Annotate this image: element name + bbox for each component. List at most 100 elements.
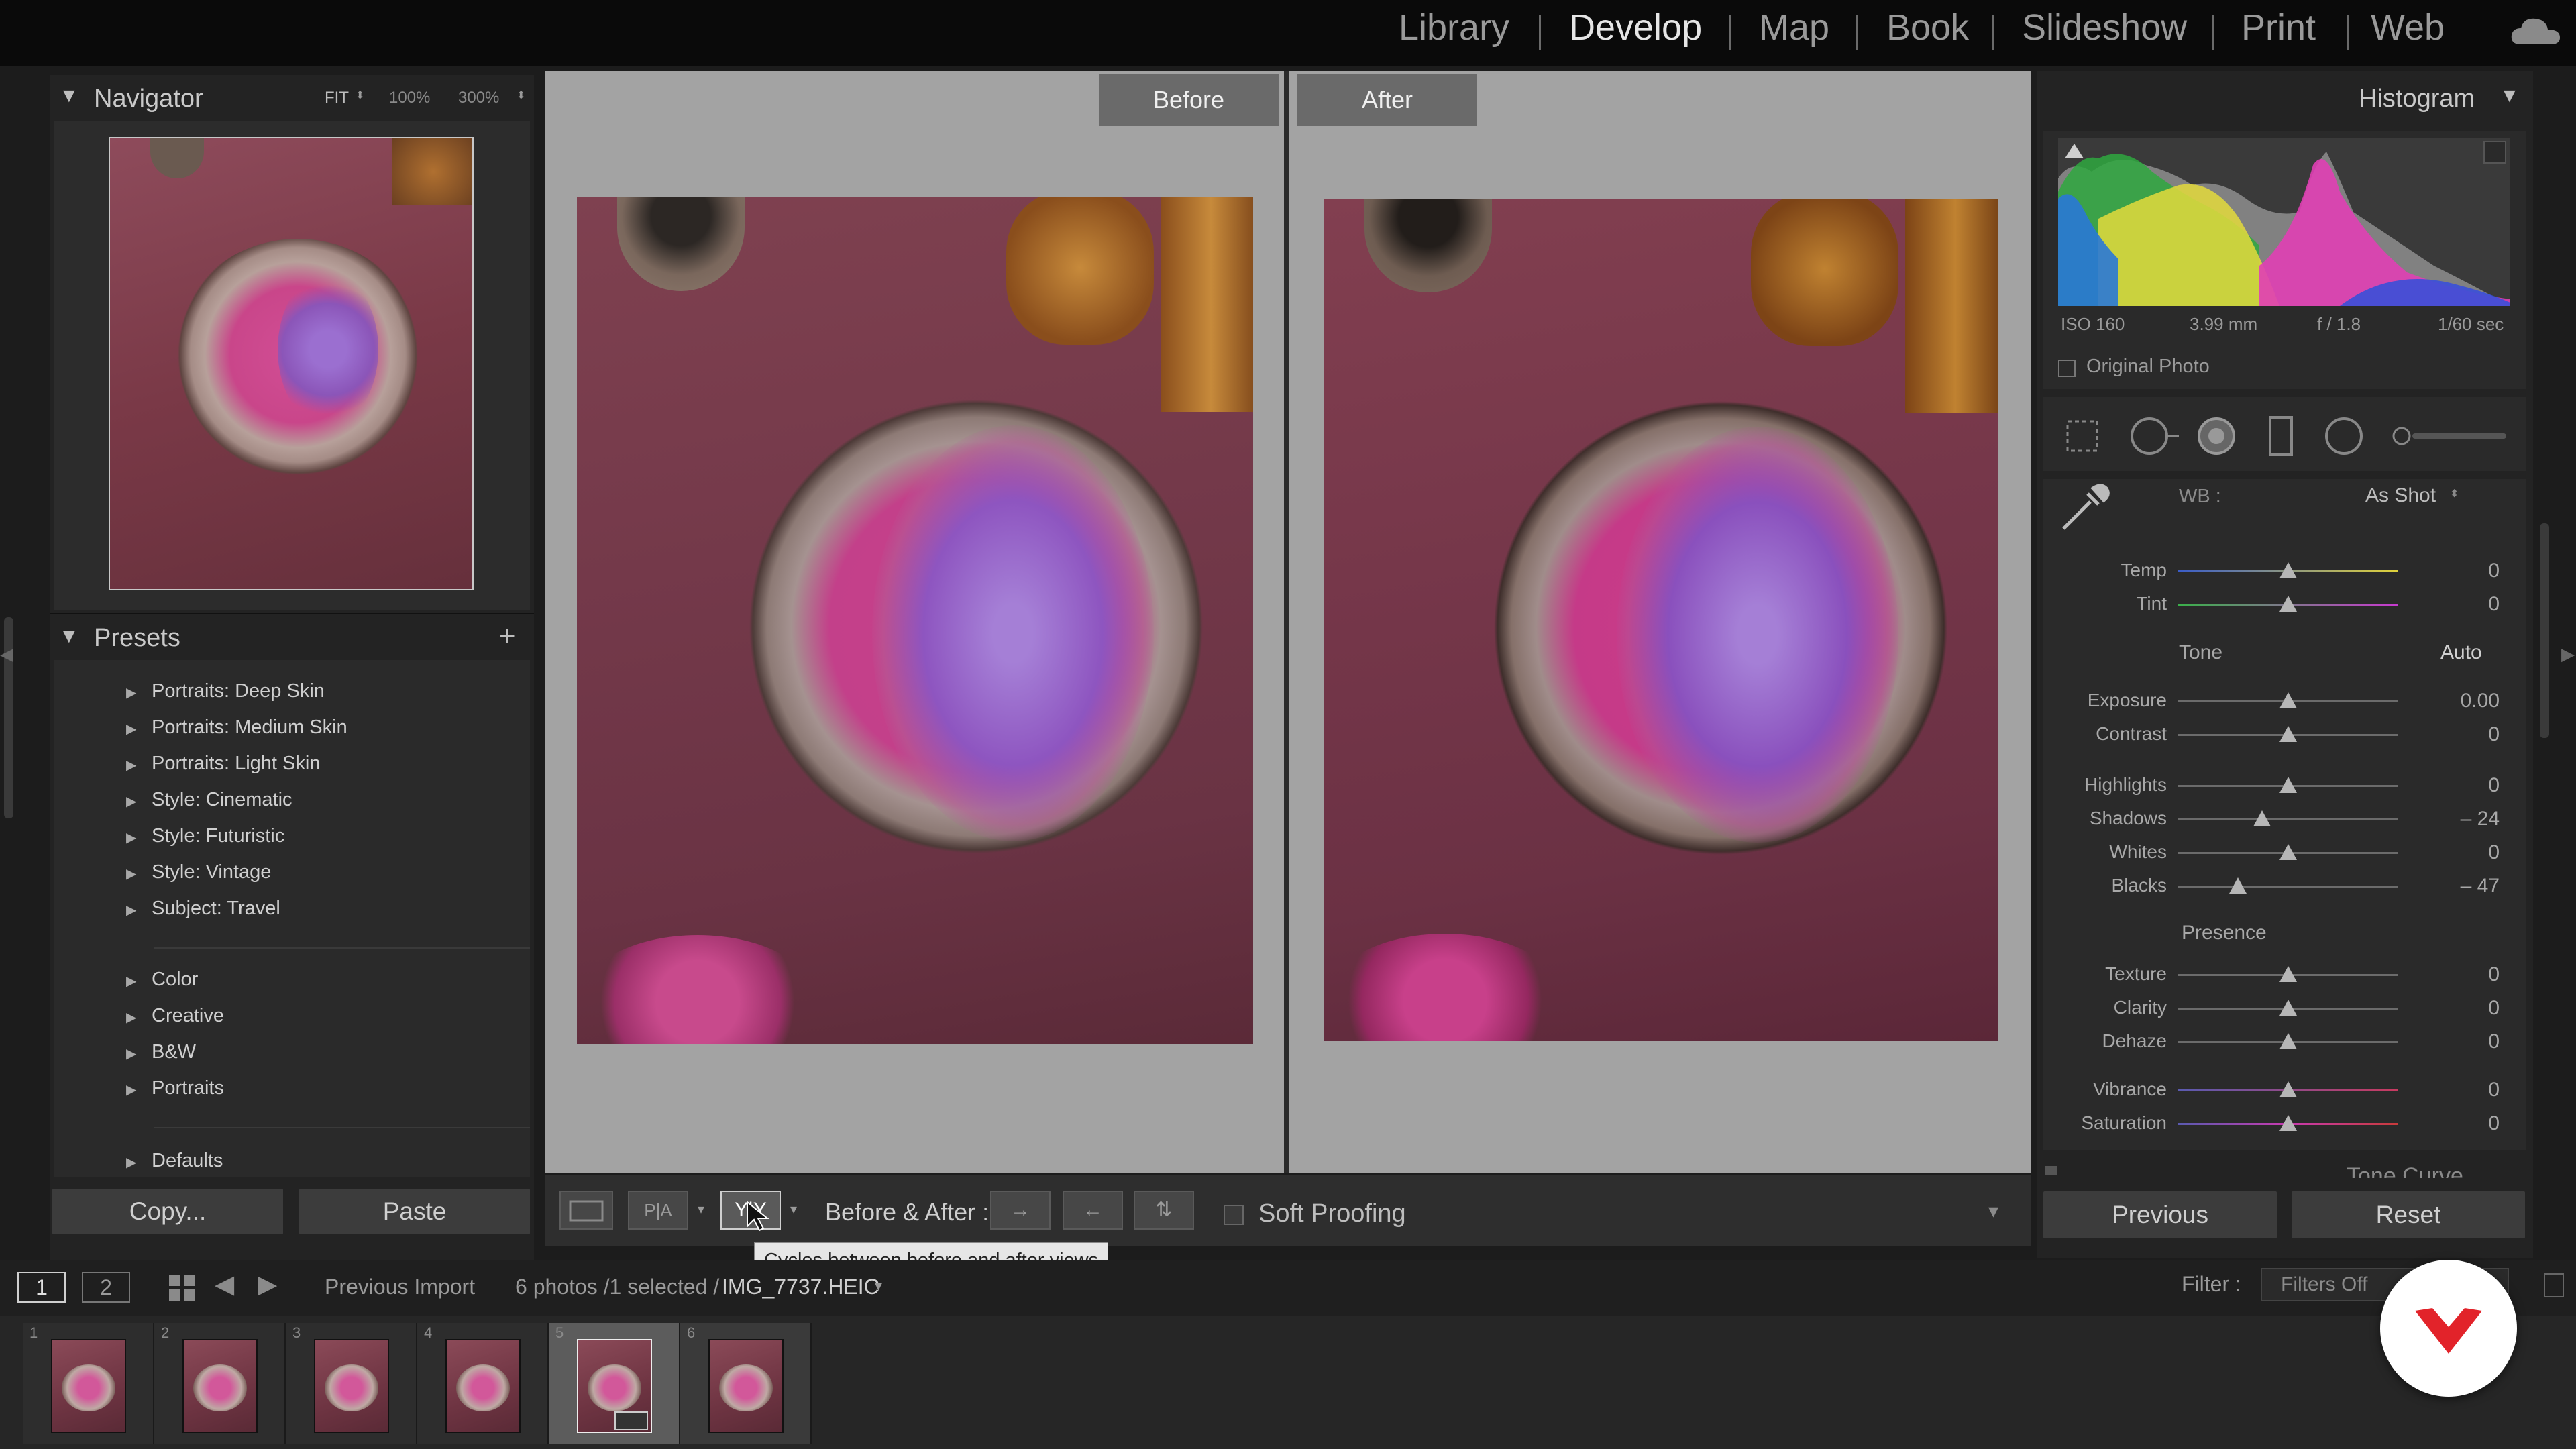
view-dropdown-icon[interactable]: ▾ <box>698 1201 704 1218</box>
slider-thumb[interactable] <box>2229 877 2247 894</box>
zoom-fit[interactable]: FIT <box>325 89 349 107</box>
slider-clarity[interactable]: Clarity 0 <box>2043 991 2513 1025</box>
filmstrip-filename[interactable]: IMG_7737.HEIC <box>722 1275 879 1299</box>
slider-value[interactable]: 0 <box>2488 841 2500 864</box>
before-photo[interactable] <box>577 197 1253 1044</box>
slider-thumb[interactable] <box>2279 1000 2297 1016</box>
tone-curve-panel-header[interactable]: Tone Curve <box>2043 1151 2526 1178</box>
slider-thumb[interactable] <box>2279 966 2297 982</box>
filmstrip-source[interactable]: Previous Import <box>325 1275 475 1299</box>
loupe-view-button[interactable] <box>559 1191 613 1230</box>
zoom-100[interactable]: 100% <box>389 89 430 107</box>
right-panel-toggle-icon[interactable]: ▶ <box>2561 644 2575 665</box>
slider-dehaze[interactable]: Dehaze 0 <box>2043 1025 2513 1059</box>
red-eye-icon[interactable] <box>2194 413 2239 459</box>
soft-proofing-checkbox[interactable] <box>1224 1205 1244 1225</box>
filmstrip-thumbnail[interactable]: 1 <box>23 1323 154 1444</box>
filename-dropdown-icon[interactable]: ▾ <box>875 1277 882 1295</box>
preset-item[interactable]: ▶ Subject: Travel <box>54 898 280 920</box>
back-arrow-icon[interactable]: ◀ <box>215 1269 234 1299</box>
slider-whites[interactable]: Whites 0 <box>2043 836 2513 869</box>
crop-overlay-icon[interactable] <box>2062 416 2102 456</box>
module-develop[interactable]: Develop <box>1569 7 1702 48</box>
add-preset-icon[interactable]: + <box>499 620 516 652</box>
preset-item[interactable]: ▶ Color <box>54 969 198 991</box>
presets-collapse-triangle[interactable]: ▼ <box>59 625 79 648</box>
slider-thumb[interactable] <box>2279 777 2297 793</box>
cloud-icon[interactable] <box>2509 15 2563 47</box>
wb-stepper-icon[interactable]: ⬍ <box>2450 487 2459 500</box>
tone-auto-button[interactable]: Auto <box>2440 641 2482 664</box>
slider-thumb[interactable] <box>2279 596 2297 612</box>
slider-track[interactable] <box>2178 885 2398 888</box>
module-web[interactable]: Web <box>2371 7 2445 48</box>
slider-value[interactable]: 0 <box>2488 559 2500 582</box>
slider-track[interactable] <box>2178 818 2398 820</box>
histogram-collapse-triangle[interactable]: ▼ <box>2500 85 2520 107</box>
slider-blacks[interactable]: Blacks – 47 <box>2043 869 2513 903</box>
slider-temp[interactable]: Temp 0 <box>2043 554 2513 588</box>
slider-thumb[interactable] <box>2253 810 2271 826</box>
after-photo[interactable] <box>1324 199 1998 1041</box>
panel-switch-icon[interactable] <box>2045 1166 2057 1175</box>
slider-tint[interactable]: Tint 0 <box>2043 588 2513 621</box>
slider-value[interactable]: – 24 <box>2461 808 2500 830</box>
toolbar-options-chevron-icon[interactable]: ▾ <box>1988 1199 1998 1223</box>
wb-select[interactable]: As Shot <box>2365 484 2436 507</box>
main-window-button[interactable]: 1 <box>17 1272 66 1303</box>
navigator-preview-image[interactable] <box>109 137 474 590</box>
filmstrip-thumbnail[interactable]: 2 <box>154 1323 286 1444</box>
module-map[interactable]: Map <box>1759 7 1829 48</box>
shadow-clipping-icon[interactable] <box>2065 144 2084 158</box>
preset-item[interactable]: ▶ Portraits: Deep Skin <box>54 680 325 702</box>
slider-value[interactable]: 0 <box>2488 1030 2500 1053</box>
grid-view-icon[interactable] <box>168 1273 197 1303</box>
filmstrip-thumbnail[interactable]: 6 <box>680 1323 812 1444</box>
preset-item[interactable]: ▶ B&W <box>54 1041 196 1063</box>
slider-value[interactable]: 0 <box>2488 774 2500 797</box>
radial-filter-icon[interactable] <box>2321 413 2367 459</box>
adjustment-brush-icon[interactable] <box>2388 423 2516 449</box>
slider-value[interactable]: 0 <box>2488 997 2500 1020</box>
slider-highlights[interactable]: Highlights 0 <box>2043 769 2513 802</box>
filmstrip-thumbnail[interactable]: 3 <box>286 1323 417 1444</box>
slider-value[interactable]: 0 <box>2488 593 2500 616</box>
before-after-view-button[interactable]: P|A <box>628 1191 688 1230</box>
slider-contrast[interactable]: Contrast 0 <box>2043 718 2513 751</box>
slider-thumb[interactable] <box>2279 1115 2297 1131</box>
slider-shadows[interactable]: Shadows – 24 <box>2043 802 2513 836</box>
swap-before-after-button[interactable]: ⇅ <box>1134 1191 1194 1230</box>
filmstrip-thumbnail[interactable]: 4 <box>417 1323 549 1444</box>
second-window-button[interactable]: 2 <box>82 1272 130 1303</box>
filmstrip-thumbnail-selected[interactable]: 5 <box>549 1323 680 1444</box>
module-book[interactable]: Book <box>1886 7 1969 48</box>
slider-thumb[interactable] <box>2279 726 2297 742</box>
slider-thumb[interactable] <box>2279 1033 2297 1049</box>
copy-before-to-after-button[interactable]: → <box>990 1191 1051 1230</box>
slider-value[interactable]: – 47 <box>2461 875 2500 898</box>
slider-exposure[interactable]: Exposure 0.00 <box>2043 684 2513 718</box>
slider-value[interactable]: 0 <box>2488 963 2500 986</box>
module-print[interactable]: Print <box>2241 7 2316 48</box>
preset-item[interactable]: ▶ Style: Cinematic <box>54 789 292 811</box>
navigator-collapse-triangle[interactable]: ▼ <box>59 85 79 107</box>
module-library[interactable]: Library <box>1399 7 1509 48</box>
original-photo-checkbox[interactable] <box>2058 360 2076 377</box>
preset-item[interactable]: ▶ Style: Futuristic <box>54 825 284 847</box>
previous-button[interactable]: Previous <box>2043 1191 2277 1238</box>
slider-value[interactable]: 0 <box>2488 1079 2500 1102</box>
highlight-clipping-icon[interactable] <box>2483 141 2506 164</box>
paste-button[interactable]: Paste <box>299 1189 530 1234</box>
slider-value[interactable]: 0.00 <box>2461 690 2500 712</box>
preset-item[interactable]: ▶ Portraits <box>54 1077 224 1099</box>
forward-arrow-icon[interactable]: ▶ <box>258 1269 277 1299</box>
slider-value[interactable]: 0 <box>2488 1112 2500 1135</box>
slider-thumb[interactable] <box>2279 692 2297 708</box>
preset-item[interactable]: ▶ Portraits: Medium Skin <box>54 716 347 739</box>
slider-vibrance[interactable]: Vibrance 0 <box>2043 1073 2513 1107</box>
module-slideshow[interactable]: Slideshow <box>2022 7 2187 48</box>
copy-after-to-before-button[interactable]: ← <box>1063 1191 1123 1230</box>
preset-item[interactable]: ▶ Portraits: Light Skin <box>54 753 320 775</box>
slider-value[interactable]: 0 <box>2488 723 2500 746</box>
slider-thumb[interactable] <box>2279 844 2297 860</box>
